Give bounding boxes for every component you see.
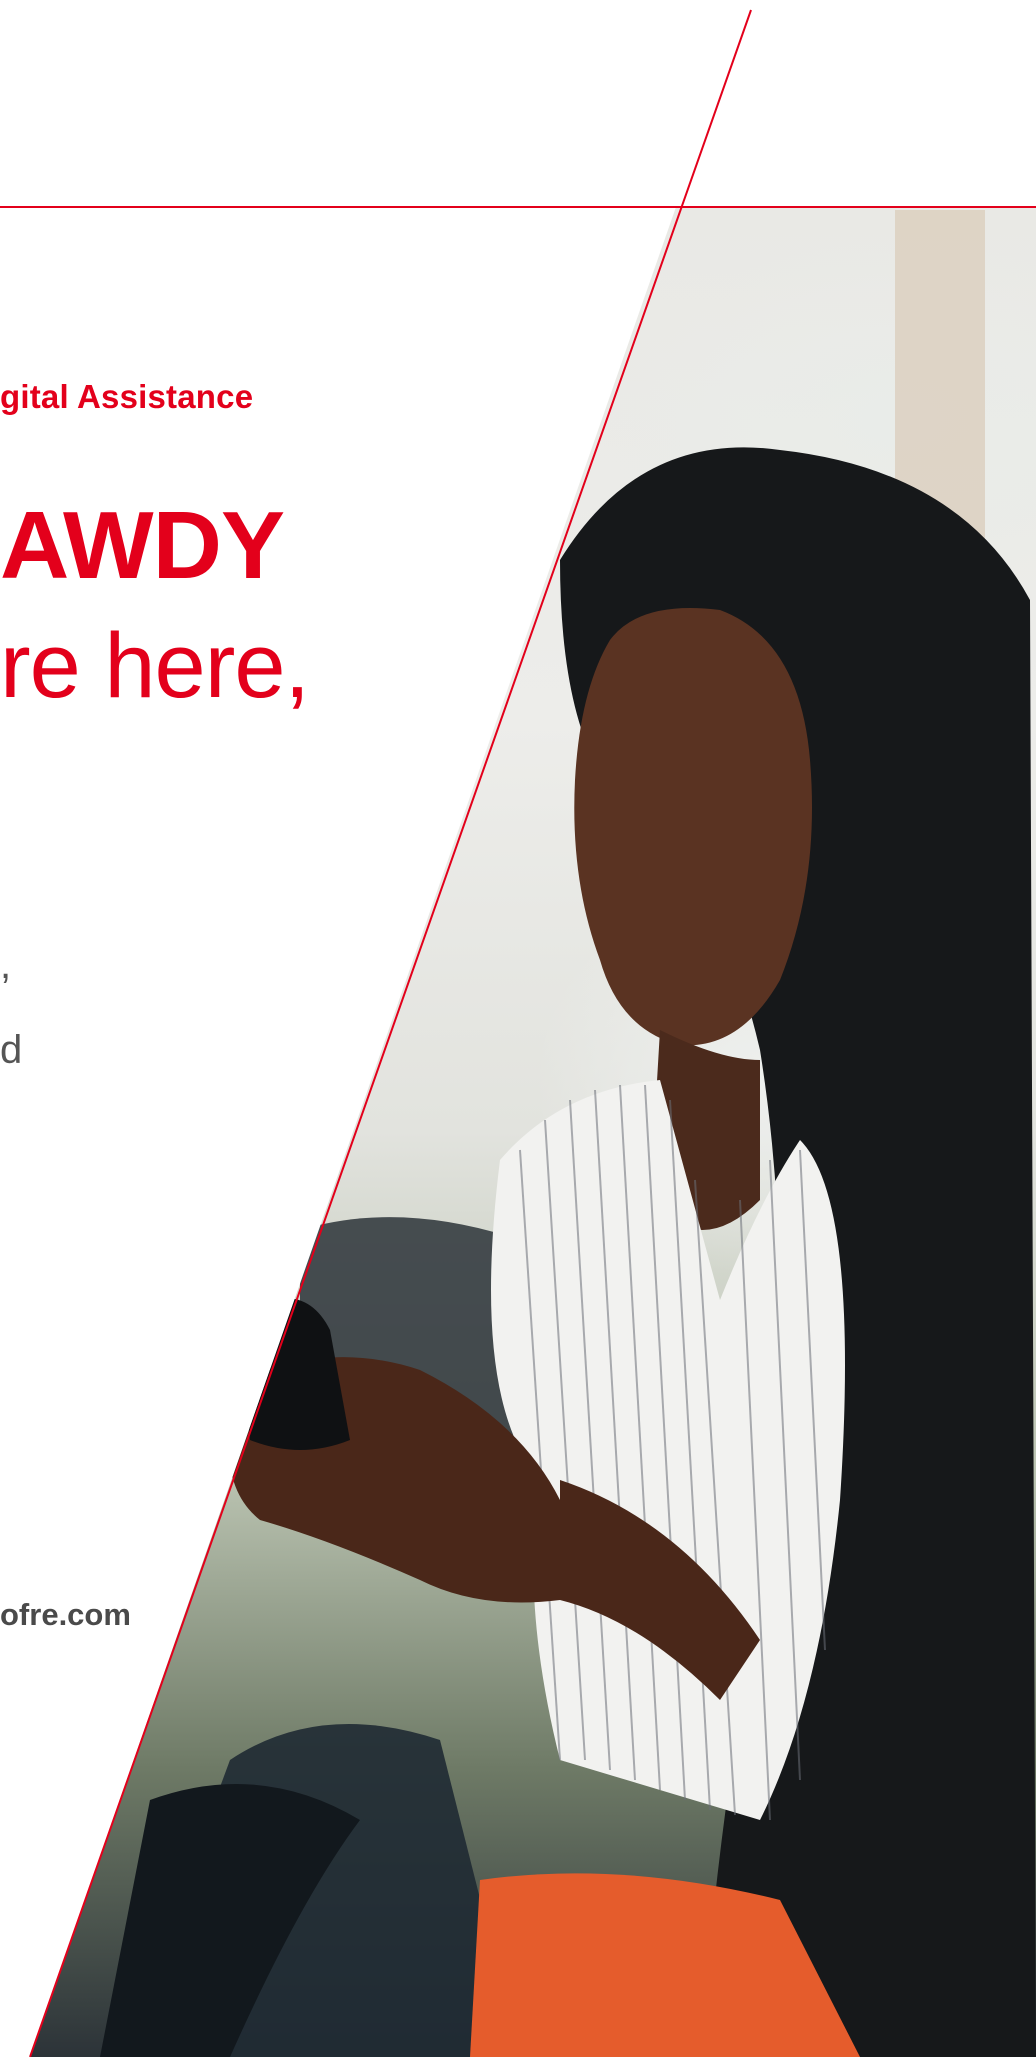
woman-with-phone-photo bbox=[30, 207, 1036, 2057]
body-text-fragment: , bbox=[0, 943, 12, 987]
headline-light: re here, bbox=[0, 615, 310, 717]
headline-bold: AWDY bbox=[0, 492, 285, 599]
body-text-fragment: d bbox=[0, 1028, 23, 1072]
photo-illustration bbox=[100, 210, 1036, 2057]
brand-tagline: gital Assistance bbox=[0, 378, 254, 415]
advert-page: gital Assistance AWDY re here, , d ofre.… bbox=[0, 0, 1036, 2057]
website-url-link[interactable]: ofre.com bbox=[0, 1597, 131, 1633]
